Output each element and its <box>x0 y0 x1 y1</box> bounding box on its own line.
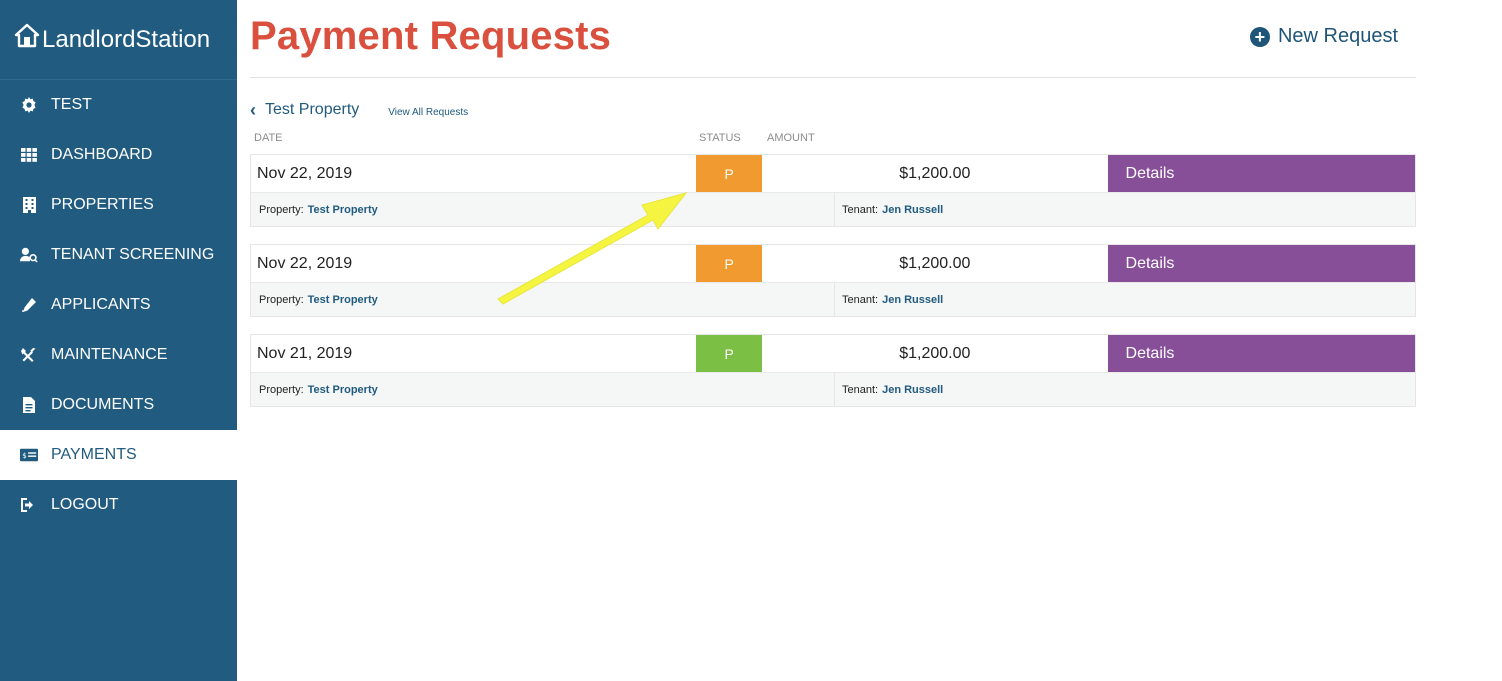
sidebar-item-label: TENANT SCREENING <box>51 246 215 263</box>
sidebar-item-label: PAYMENTS <box>51 446 137 463</box>
tenant-label: Tenant: <box>842 293 879 306</box>
user-search-icon <box>20 246 38 264</box>
sidebar-item-tenant-screening[interactable]: TENANT SCREENING <box>0 230 237 280</box>
sidebar-item-label: DOCUMENTS <box>51 396 155 413</box>
sidebar-item-label: TEST <box>51 96 92 113</box>
sidebar-item-dashboard[interactable]: DASHBOARD <box>0 130 237 180</box>
page-header: Payment Requests + New Request <box>250 0 1416 78</box>
request-date: Nov 21, 2019 <box>257 344 353 362</box>
sidebar-item-properties[interactable]: PROPERTIES <box>0 180 237 230</box>
payment-card-icon: $ <box>20 446 38 464</box>
sidebar-nav: TEST DASHBOARD PROPERTIES TENANT SCREENI… <box>0 80 237 530</box>
column-header-date: DATE <box>254 132 283 144</box>
sidebar-item-documents[interactable]: DOCUMENTS <box>0 380 237 430</box>
tenant-link[interactable]: Jen Russell <box>882 204 943 216</box>
brand-logo[interactable]: LandlordStation <box>0 0 237 80</box>
grid-icon <box>20 146 38 164</box>
main-content: Payment Requests + New Request ‹ Test Pr… <box>250 0 1416 424</box>
svg-text:$: $ <box>22 451 27 460</box>
sidebar-item-label: LOGOUT <box>51 496 119 513</box>
back-to-property-link[interactable]: ‹ Test Property <box>250 100 359 121</box>
payment-request-row: Nov 22, 2019 P $1,200.00 Details Propert… <box>250 244 1416 317</box>
sidebar-item-label: PROPERTIES <box>51 196 154 213</box>
property-label: Property: <box>259 203 304 216</box>
tenant-label: Tenant: <box>842 203 879 216</box>
tools-icon <box>20 346 38 364</box>
request-date: Nov 22, 2019 <box>257 164 353 182</box>
column-headers: DATE STATUS AMOUNT <box>250 132 1416 146</box>
details-button[interactable]: Details <box>1107 335 1415 372</box>
property-link[interactable]: Test Property <box>308 204 378 216</box>
request-date: Nov 22, 2019 <box>257 254 353 272</box>
building-icon <box>20 196 38 214</box>
property-label: Property: <box>259 383 304 396</box>
sidebar-item-payments[interactable]: $ PAYMENTS <box>0 430 237 480</box>
payment-request-row: Nov 22, 2019 P $1,200.00 Details Propert… <box>250 154 1416 227</box>
tenant-label: Tenant: <box>842 383 879 396</box>
request-amount: $1,200.00 <box>899 344 971 362</box>
sidebar-item-label: DASHBOARD <box>51 146 153 163</box>
sidebar-item-label: APPLICANTS <box>51 296 151 313</box>
sidebar-item-applicants[interactable]: APPLICANTS <box>0 280 237 330</box>
sidebar-item-test[interactable]: TEST <box>0 80 237 130</box>
logout-icon <box>20 496 38 514</box>
property-link[interactable]: Test Property <box>308 294 378 306</box>
chevron-left-icon: ‹ <box>250 99 256 120</box>
file-icon <box>20 396 38 414</box>
details-button[interactable]: Details <box>1107 245 1415 282</box>
house-icon <box>14 23 42 56</box>
pen-icon <box>20 296 38 314</box>
column-header-amount: AMOUNT <box>767 132 815 144</box>
breadcrumb-property: Test Property <box>265 101 360 118</box>
sidebar-item-maintenance[interactable]: MAINTENANCE <box>0 330 237 380</box>
sidebar: LandlordStation TEST DASHBOARD PROPERTIE… <box>0 0 237 681</box>
property-label: Property: <box>259 293 304 306</box>
request-amount: $1,200.00 <box>899 164 971 182</box>
gear-icon <box>20 96 38 114</box>
status-badge: P <box>696 335 763 372</box>
status-badge: P <box>696 245 763 282</box>
status-badge: P <box>696 155 763 192</box>
breadcrumb: ‹ Test Property View All Requests <box>250 78 1416 140</box>
plus-circle-icon: + <box>1249 26 1270 47</box>
new-request-label: New Request <box>1277 25 1398 47</box>
payment-request-row: Nov 21, 2019 P $1,200.00 Details Propert… <box>250 334 1416 407</box>
details-button[interactable]: Details <box>1107 155 1415 192</box>
sidebar-item-logout[interactable]: LOGOUT <box>0 480 237 530</box>
tenant-link[interactable]: Jen Russell <box>882 384 943 396</box>
view-all-requests-link[interactable]: View All Requests <box>388 107 468 118</box>
request-amount: $1,200.00 <box>899 254 971 272</box>
page-title: Payment Requests <box>250 14 612 58</box>
sidebar-item-label: MAINTENANCE <box>51 346 168 363</box>
property-link[interactable]: Test Property <box>308 384 378 396</box>
tenant-link[interactable]: Jen Russell <box>882 294 943 306</box>
brand-name: LandlordStation <box>42 25 211 53</box>
column-header-status: STATUS <box>699 132 741 144</box>
new-request-button[interactable]: + New Request <box>1249 25 1398 48</box>
